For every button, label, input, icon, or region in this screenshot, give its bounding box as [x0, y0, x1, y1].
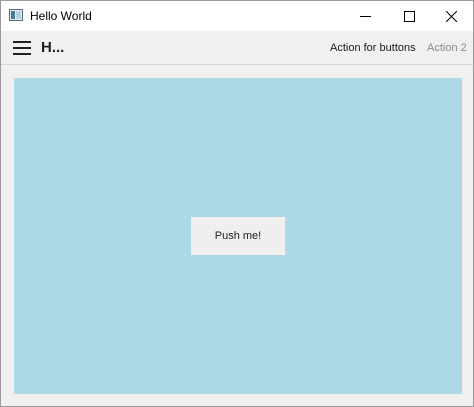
action-for-buttons[interactable]: Action for buttons	[330, 42, 416, 54]
push-me-button[interactable]: Push me!	[191, 217, 285, 255]
close-icon	[445, 10, 457, 22]
toolbar-title: H...	[41, 39, 65, 56]
window-title: Hello World	[30, 9, 92, 23]
close-button[interactable]	[429, 1, 473, 31]
content-panel: Push me!	[14, 78, 462, 394]
action-2: Action 2	[427, 42, 467, 54]
minimize-icon	[359, 11, 371, 22]
maximize-icon	[403, 10, 415, 22]
hamburger-menu-icon[interactable]	[13, 40, 31, 56]
toolbar: H... Action for buttons Action 2	[1, 31, 473, 65]
app-window: Hello World H... Action for buttons Acti…	[0, 0, 474, 407]
minimize-button[interactable]	[343, 1, 387, 31]
app-window-icon	[9, 9, 23, 21]
title-bar[interactable]: Hello World	[1, 1, 473, 31]
maximize-button[interactable]	[387, 1, 431, 31]
